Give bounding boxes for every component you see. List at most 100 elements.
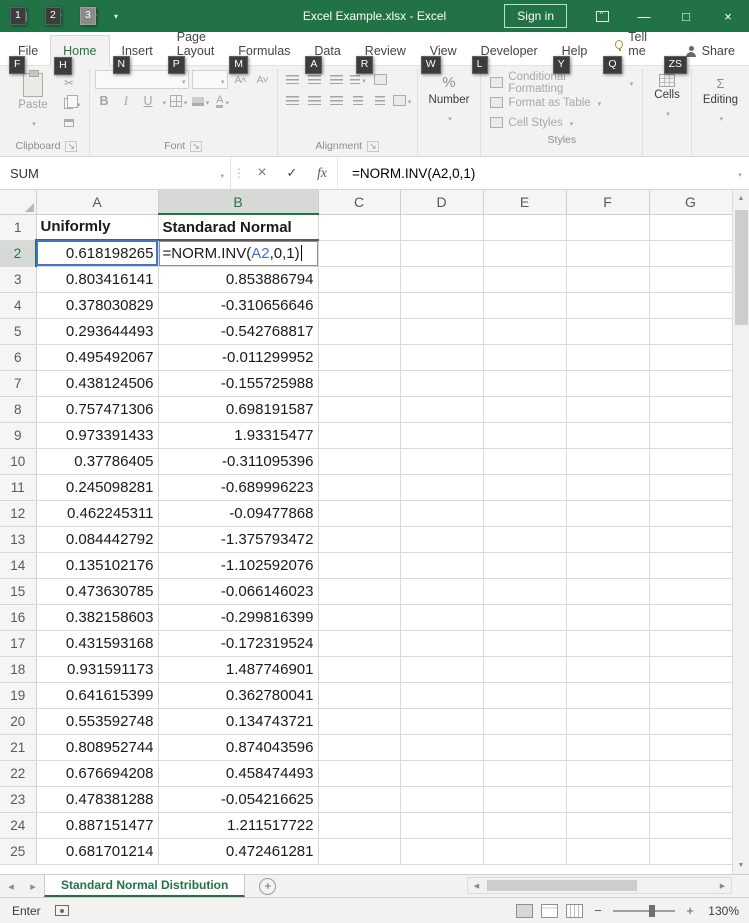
cell-B15[interactable]: -0.066146023	[158, 578, 319, 605]
cell-C4[interactable]	[318, 292, 401, 319]
column-header-D[interactable]: D	[400, 190, 484, 215]
cell-D9[interactable]	[400, 422, 484, 449]
row-header-11[interactable]: 11	[0, 474, 37, 501]
fill-color-button[interactable]	[191, 92, 210, 110]
row-header-4[interactable]: 4	[0, 292, 37, 319]
cell-A15[interactable]: 0.473630785	[36, 578, 159, 605]
expand-formula-bar-button[interactable]	[729, 157, 749, 189]
cell-F1[interactable]	[566, 214, 650, 241]
cell-D17[interactable]	[400, 630, 484, 657]
cell-D10[interactable]	[400, 448, 484, 475]
cell-G11[interactable]	[649, 474, 733, 501]
editing-button[interactable]: Editing	[697, 70, 744, 126]
format-painter-button[interactable]	[61, 114, 84, 132]
cell-C8[interactable]	[318, 396, 401, 423]
cell-D15[interactable]	[400, 578, 484, 605]
cell-D11[interactable]	[400, 474, 484, 501]
cell-F18[interactable]	[566, 656, 650, 683]
cell-A23[interactable]: 0.478381288	[36, 786, 159, 813]
cell-D18[interactable]	[400, 656, 484, 683]
cell-G20[interactable]	[649, 708, 733, 735]
row-header-9[interactable]: 9	[0, 422, 37, 449]
align-right-button[interactable]	[327, 91, 346, 109]
cell-F12[interactable]	[566, 500, 650, 527]
cell-B14[interactable]: -1.102592076	[158, 552, 319, 579]
select-all-button[interactable]	[0, 190, 37, 215]
cell-C10[interactable]	[318, 448, 401, 475]
page-layout-view-button[interactable]	[541, 903, 558, 918]
cell-C1[interactable]	[318, 214, 401, 241]
cell-D3[interactable]	[400, 266, 484, 293]
page-break-preview-button[interactable]	[566, 903, 583, 918]
cell-C5[interactable]	[318, 318, 401, 345]
cell-A3[interactable]: 0.803416141	[36, 266, 159, 293]
cell-B2[interactable]: =NORM.INV(A2,0,1)	[158, 240, 319, 267]
cell-F8[interactable]	[566, 396, 650, 423]
cell-F19[interactable]	[566, 682, 650, 709]
cell-E21[interactable]	[483, 734, 567, 761]
cell-B18[interactable]: 1.487746901	[158, 656, 319, 683]
cell-B4[interactable]: -0.310656646	[158, 292, 319, 319]
cell-B13[interactable]: -1.375793472	[158, 526, 319, 553]
number-format-button[interactable]: Number	[423, 70, 476, 126]
row-header-18[interactable]: 18	[0, 656, 37, 683]
cell-D8[interactable]	[400, 396, 484, 423]
cell-C19[interactable]	[318, 682, 401, 709]
cell-E24[interactable]	[483, 812, 567, 839]
decrease-indent-button[interactable]	[349, 91, 368, 109]
cell-A21[interactable]: 0.808952744	[36, 734, 159, 761]
cell-E9[interactable]	[483, 422, 567, 449]
align-bottom-button[interactable]	[327, 70, 346, 88]
row-header-21[interactable]: 21	[0, 734, 37, 761]
cell-F2[interactable]	[566, 240, 650, 267]
cell-D7[interactable]	[400, 370, 484, 397]
cell-F14[interactable]	[566, 552, 650, 579]
zoom-slider[interactable]	[613, 904, 675, 917]
insert-function-button[interactable]: fx	[307, 157, 337, 189]
row-header-8[interactable]: 8	[0, 396, 37, 423]
normal-view-button[interactable]	[516, 903, 533, 918]
vertical-scroll-thumb[interactable]	[735, 210, 748, 325]
name-box[interactable]: SUM	[0, 157, 230, 189]
cell-D12[interactable]	[400, 500, 484, 527]
cell-G22[interactable]	[649, 760, 733, 787]
tab-home[interactable]: Home H	[50, 35, 110, 75]
paste-button[interactable]: Paste	[9, 70, 57, 138]
cell-styles-button[interactable]: Cell Styles	[486, 113, 637, 132]
cell-D1[interactable]	[400, 214, 484, 241]
share-button[interactable]: Share ZS	[663, 36, 749, 74]
cell-B5[interactable]: -0.542768817	[158, 318, 319, 345]
cell-C6[interactable]	[318, 344, 401, 371]
cell-C12[interactable]	[318, 500, 401, 527]
cell-C21[interactable]	[318, 734, 401, 761]
cell-D14[interactable]	[400, 552, 484, 579]
cell-F23[interactable]	[566, 786, 650, 813]
cell-A18[interactable]: 0.931591173	[36, 656, 159, 683]
row-header-20[interactable]: 20	[0, 708, 37, 735]
cell-B6[interactable]: -0.011299952	[158, 344, 319, 371]
row-header-13[interactable]: 13	[0, 526, 37, 553]
cell-C16[interactable]	[318, 604, 401, 631]
cell-F20[interactable]	[566, 708, 650, 735]
cell-G6[interactable]	[649, 344, 733, 371]
cell-D20[interactable]	[400, 708, 484, 735]
cell-B24[interactable]: 1.211517722	[158, 812, 319, 839]
cell-F7[interactable]	[566, 370, 650, 397]
cell-D22[interactable]	[400, 760, 484, 787]
cell-C2[interactable]	[318, 240, 401, 267]
cell-B12[interactable]: -0.09477868	[158, 500, 319, 527]
cell-A12[interactable]: 0.462245311	[36, 500, 159, 527]
horizontal-scroll-track[interactable]	[485, 878, 714, 893]
cell-E13[interactable]	[483, 526, 567, 553]
cell-C17[interactable]	[318, 630, 401, 657]
align-top-button[interactable]	[283, 70, 302, 88]
cell-B21[interactable]: 0.874043596	[158, 734, 319, 761]
cell-A25[interactable]: 0.681701214	[36, 838, 159, 865]
cell-F11[interactable]	[566, 474, 650, 501]
cell-A20[interactable]: 0.553592748	[36, 708, 159, 735]
cell-C14[interactable]	[318, 552, 401, 579]
bold-button[interactable]	[95, 92, 114, 110]
cell-A8[interactable]: 0.757471306	[36, 396, 159, 423]
cell-E23[interactable]	[483, 786, 567, 813]
alignment-dialog-launcher[interactable]	[367, 140, 379, 152]
